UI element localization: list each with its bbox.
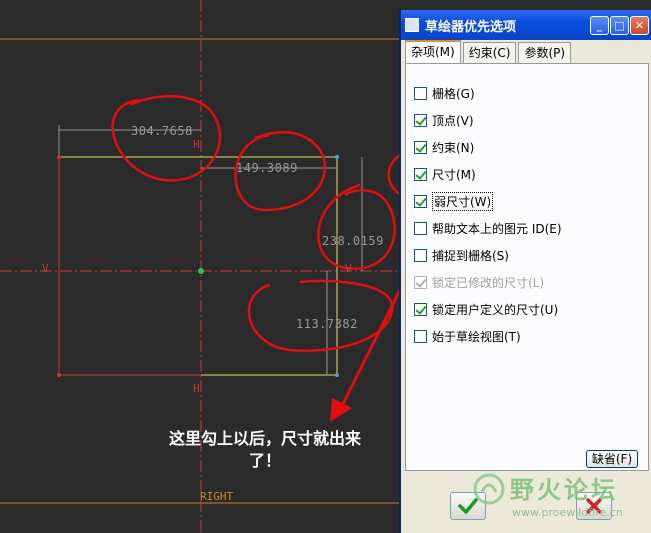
watermark-logo-icon [473,473,505,505]
grid-checkbox[interactable] [414,86,427,100]
option-label: 尺寸(M) [432,167,476,182]
option-dimensions[interactable]: 尺寸(M) [414,166,476,182]
lock-user-dims-checkbox[interactable] [414,302,427,316]
vertices-checkbox[interactable] [414,113,427,127]
axis-label-v-left: V [42,262,49,275]
annotation-circle-113 [247,279,394,352]
tab-misc[interactable]: 杂项(M) [405,40,461,64]
option-grid[interactable]: 栅格(G) [414,85,475,101]
minimize-button[interactable]: _ [590,16,609,35]
tab-constraints[interactable]: 约束(C) [462,42,517,63]
origin-point [198,268,204,274]
option-start-sketch-view[interactable]: 始于草绘视图(T) [414,328,521,344]
option-vertices[interactable]: 顶点(V) [414,112,474,128]
dimension-149[interactable]: 149.3089 [236,161,298,175]
option-label: 锁定用户定义的尺寸(U) [432,302,559,317]
option-weak-dimensions[interactable]: 弱尺寸(W) [414,191,494,211]
option-label: 始于草绘视图(T) [432,329,521,344]
option-label: 顶点(V) [432,113,474,128]
option-label: 弱尺寸(W) [432,191,494,211]
vertex-point [57,155,61,159]
option-label: 栅格(G) [432,86,475,101]
start-sketch-view-checkbox[interactable] [414,329,427,343]
datum-plane-label: RIGHT [200,490,234,503]
annotation-circle-238 [317,183,396,270]
entity-id-checkbox[interactable] [414,221,427,235]
dimensions-checkbox[interactable] [414,167,427,181]
dialog-titlebar[interactable]: 草绘器优先选项 _ □ ✕ [401,10,651,40]
option-label: 帮助文本上的图元 ID(E) [432,221,562,236]
forum-watermark: 野火论坛 www.proewildfire.cn [470,470,651,530]
dimension-304[interactable]: 304.7658 [131,124,193,138]
axis-label-h-top: H [193,138,200,151]
sketcher-preferences-dialog: 草绘器优先选项 _ □ ✕ 杂项(M) 约束(C) 参数(P) 栅格(G) 顶点… [399,10,651,533]
dialog-title: 草绘器优先选项 [425,19,517,35]
close-button[interactable]: ✕ [630,16,649,35]
dimension-238[interactable]: 238.0159 [322,234,384,248]
misc-tab-panel: 栅格(G) 顶点(V) 约束(N) 尺寸(M) 弱尺寸(W) 帮助文本上的图元 … [405,63,649,471]
tab-parameters[interactable]: 参数(P) [518,42,572,63]
option-constraints[interactable]: 约束(N) [414,139,474,155]
app-icon [405,18,419,32]
axis-label-v-right: V [345,262,352,275]
weak-dimensions-checkbox[interactable] [414,194,427,208]
constraints-checkbox[interactable] [414,140,427,154]
option-label: 锁定已修改的尺寸(L) [432,275,545,290]
vertex-point [335,373,339,377]
vertex-point [57,373,61,377]
snap-to-grid-checkbox[interactable] [414,248,427,262]
watermark-url: www.proewildfire.cn [512,506,623,519]
vertex-point [335,155,339,159]
dimension-113[interactable]: 113.7382 [296,317,358,331]
option-snap-to-grid[interactable]: 捕捉到栅格(S) [414,247,509,263]
annotation-text: 这里勾上以后，尺寸就出来了！ [168,429,361,470]
option-entity-id[interactable]: 帮助文本上的图元 ID(E) [414,220,562,236]
option-lock-user-dims[interactable]: 锁定用户定义的尺寸(U) [414,301,558,317]
default-button[interactable]: 缺省(F) [586,450,638,468]
tab-bar: 杂项(M) 约束(C) 参数(P) [405,40,573,64]
annotation-arrow-head [330,398,352,422]
maximize-button[interactable]: □ [610,16,629,35]
axis-label-h-bottom: H [193,382,200,395]
option-label: 约束(N) [432,140,475,155]
option-label: 捕捉到栅格(S) [432,248,509,263]
watermark-title: 野火论坛 [510,476,618,504]
lock-modified-dims-checkbox [414,275,427,289]
option-lock-modified-dims: 锁定已修改的尺寸(L) [414,274,544,290]
